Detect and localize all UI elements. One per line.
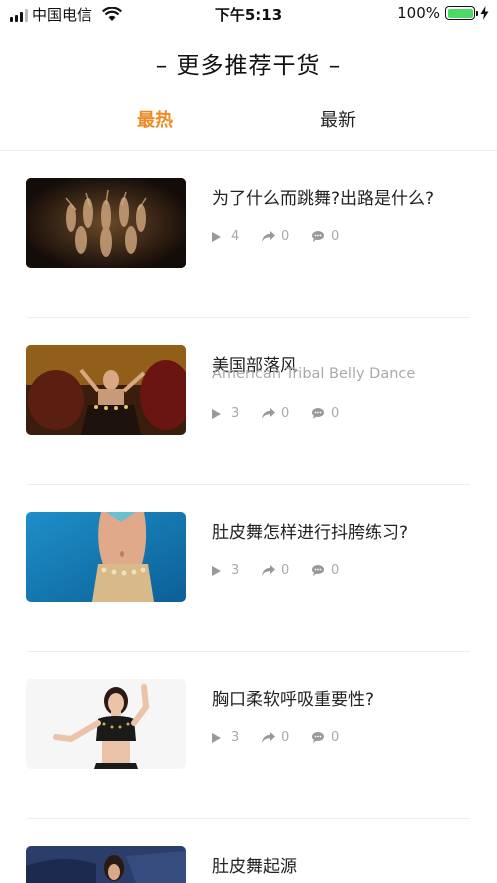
play-icon xyxy=(212,231,226,243)
share-count-value: 0 xyxy=(281,730,290,745)
list-item[interactable]: 肚皮舞怎样进行抖胯练习? 3 0 0 xyxy=(0,485,497,652)
comment-count[interactable]: 0 xyxy=(312,406,362,421)
comment-count-value: 0 xyxy=(331,406,340,421)
comment-count-value: 0 xyxy=(331,229,340,244)
list-item[interactable]: 美国部落风 American Tribal Belly Dance 3 0 0 xyxy=(0,318,497,485)
article-thumbnail[interactable] xyxy=(26,178,186,268)
article-thumbnail[interactable] xyxy=(26,345,186,435)
article-stats: 3 0 0 xyxy=(212,406,362,421)
comment-count-value: 0 xyxy=(331,730,340,745)
tab-bar: 最热 最新 xyxy=(0,106,497,136)
share-count-value: 0 xyxy=(281,563,290,578)
comment-icon xyxy=(312,231,326,243)
article-title[interactable]: 肚皮舞怎样进行抖胯练习? xyxy=(212,518,408,543)
comment-icon xyxy=(312,732,326,744)
battery-icon xyxy=(445,6,478,20)
play-icon xyxy=(212,408,226,420)
page-title: – 更多推荐干货 – xyxy=(155,53,342,79)
comment-count[interactable]: 0 xyxy=(312,229,362,244)
comment-icon xyxy=(312,408,326,420)
article-stats: 3 0 0 xyxy=(212,563,362,578)
article-title[interactable]: 胸口柔软呼吸重要性? xyxy=(212,685,374,710)
comment-icon xyxy=(312,565,326,577)
comment-count-value: 0 xyxy=(331,563,340,578)
share-icon xyxy=(262,408,276,420)
play-count-value: 4 xyxy=(231,229,240,244)
play-icon xyxy=(212,732,226,744)
play-count: 3 xyxy=(212,563,262,578)
play-count: 3 xyxy=(212,406,262,421)
status-right: 100% xyxy=(397,4,489,22)
share-count[interactable]: 0 xyxy=(262,229,312,244)
article-stats: 3 0 0 xyxy=(212,730,362,745)
article-title[interactable]: 为了什么而跳舞?出路是什么? xyxy=(212,184,434,209)
play-count-value: 3 xyxy=(231,406,240,421)
play-count: 3 xyxy=(212,730,262,745)
share-icon xyxy=(262,565,276,577)
list-item[interactable]: 肚皮舞起源 xyxy=(0,819,497,883)
play-count-value: 3 xyxy=(231,730,240,745)
comment-count[interactable]: 0 xyxy=(312,730,362,745)
list-item[interactable]: 为了什么而跳舞?出路是什么? 4 0 0 xyxy=(0,151,497,318)
tab-hottest[interactable]: 最热 xyxy=(137,106,173,132)
share-count[interactable]: 0 xyxy=(262,406,312,421)
comment-count[interactable]: 0 xyxy=(312,563,362,578)
article-subtitle: American Tribal Belly Dance xyxy=(212,366,416,382)
play-count-value: 3 xyxy=(231,563,240,578)
article-thumbnail[interactable] xyxy=(26,512,186,602)
share-icon xyxy=(262,732,276,744)
article-thumbnail[interactable] xyxy=(26,846,186,883)
tab-latest[interactable]: 最新 xyxy=(320,106,356,132)
share-count-value: 0 xyxy=(281,229,290,244)
status-bar: 中国电信 下午5:13 100% xyxy=(0,0,497,28)
article-thumbnail[interactable] xyxy=(26,679,186,769)
play-icon xyxy=(212,565,226,577)
play-count: 4 xyxy=(212,229,262,244)
battery-percent: 100% xyxy=(397,4,440,22)
share-count[interactable]: 0 xyxy=(262,563,312,578)
share-icon xyxy=(262,231,276,243)
article-stats: 4 0 0 xyxy=(212,229,362,244)
share-count[interactable]: 0 xyxy=(262,730,312,745)
article-title[interactable]: 肚皮舞起源 xyxy=(212,852,297,877)
list-item[interactable]: 胸口柔软呼吸重要性? 3 0 0 xyxy=(0,652,497,819)
share-count-value: 0 xyxy=(281,406,290,421)
charging-icon xyxy=(480,6,489,20)
